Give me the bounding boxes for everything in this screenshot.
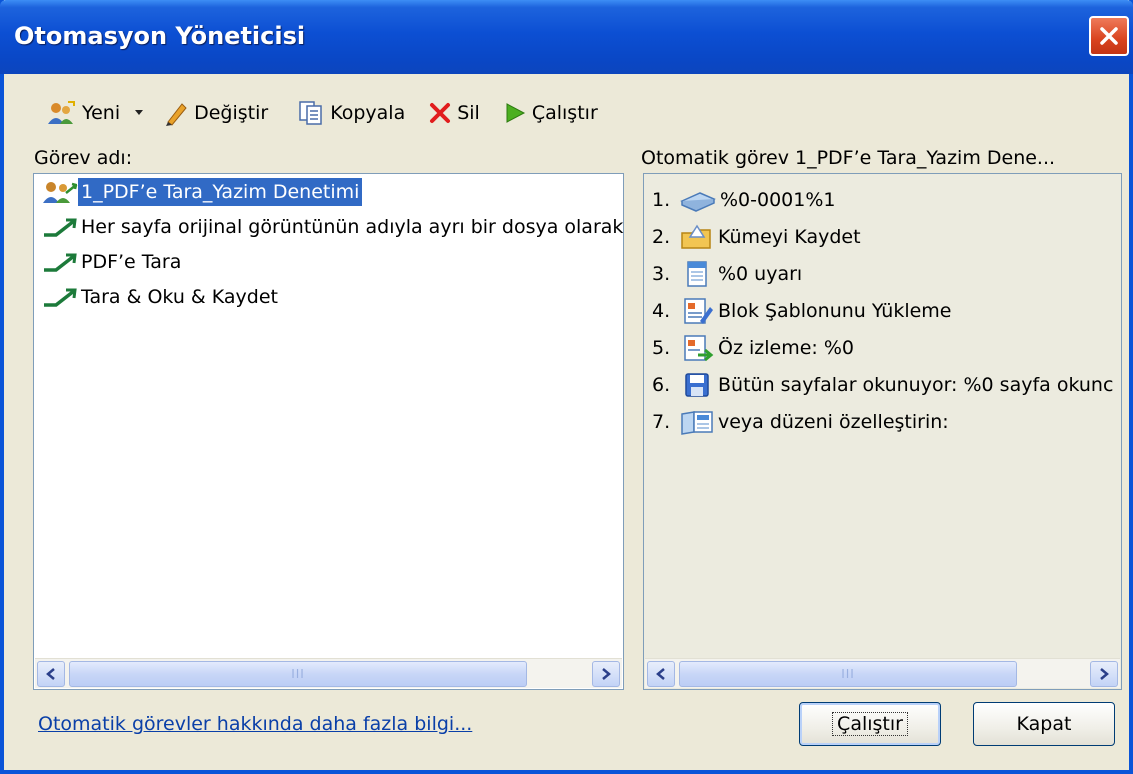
play-icon (506, 103, 525, 123)
scroll-left-button[interactable] (37, 661, 65, 687)
scroll-right-button[interactable] (1090, 661, 1118, 687)
horizontal-scrollbar[interactable]: III (35, 658, 622, 688)
close-button[interactable]: Kapat (973, 702, 1115, 746)
run-toolbar-button[interactable]: Çalıştır (500, 95, 602, 131)
list-item[interactable]: Tara & Oku & Kaydet (42, 281, 281, 313)
pencil-icon (166, 103, 187, 126)
template-icon (684, 298, 713, 324)
layout-icon (681, 411, 713, 435)
step-label: Kümeyi Kaydet (718, 226, 861, 248)
horizontal-scrollbar[interactable]: III (645, 658, 1120, 688)
task-steps-list[interactable]: 1. %0-0001%1 2. Kümeyi Kaydet 3. %0 uyar… (643, 173, 1122, 690)
step-label: Bütün sayfalar okunuyor: %0 sayfa okunc (718, 374, 1114, 396)
chevron-down-icon (135, 110, 144, 115)
copy-icon (299, 101, 322, 125)
run-toolbar-label: Çalıştır (531, 102, 598, 124)
step-item[interactable]: 6. Bütün sayfalar okunuyor: %0 sayfa oku… (652, 367, 1113, 403)
image-arrow-icon (684, 335, 714, 362)
chevron-left-icon (46, 668, 55, 680)
more-info-link[interactable]: Otomatik görevler hakkında daha fazla bi… (38, 713, 472, 735)
task-name-label: Görev adı: (34, 147, 133, 169)
task-list[interactable]: 1_PDF’e Tara_Yazim Denetimi Her sayfa or… (33, 173, 624, 690)
new-dropdown-button[interactable] (124, 95, 160, 131)
close-icon (1100, 27, 1118, 45)
scroll-thumb[interactable]: III (679, 661, 1017, 687)
edit-button[interactable]: Değiştir (160, 95, 272, 131)
step-label: %0-0001%1 (720, 189, 836, 211)
edit-button-label: Değiştir (194, 102, 269, 124)
task-detail-label: Otomatik görev 1_PDF’e Tara_Yazim Dene..… (641, 147, 1056, 169)
floppy-disk-icon (685, 373, 709, 397)
document-icon (687, 261, 707, 287)
run-button-label: Çalıştır (832, 712, 908, 736)
scroll-grip: III (291, 667, 305, 681)
list-item[interactable]: Her sayfa orijinal görüntünün adıyla ayr… (42, 211, 626, 243)
chevron-right-icon (1100, 668, 1109, 680)
step-label: veya düzeni özelleştirin: (718, 411, 949, 433)
title-bar[interactable]: Otomasyon Yöneticisi (0, 0, 1133, 74)
step-item[interactable]: 2. Kümeyi Kaydet (652, 219, 861, 255)
step-item[interactable]: 3. %0 uyarı (652, 256, 802, 292)
copy-button-label: Kopyala (330, 102, 406, 124)
step-item[interactable]: 5. Öz izleme: %0 (652, 330, 854, 366)
copy-button[interactable]: Kopyala (294, 95, 409, 131)
scroll-left-button[interactable] (647, 661, 675, 687)
list-item[interactable]: PDF’e Tara (42, 246, 184, 278)
step-item[interactable]: 4. Blok Şablonunu Yükleme (652, 293, 952, 329)
list-item[interactable]: 1_PDF’e Tara_Yazim Denetimi (42, 176, 364, 208)
close-button-label: Kapat (1016, 713, 1072, 735)
list-item-label: 1_PDF’e Tara_Yazim Denetimi (76, 177, 364, 207)
delete-button[interactable]: Sil (425, 95, 484, 131)
scroll-right-button[interactable] (592, 661, 620, 687)
automation-manager-dialog: Otomasyon Yöneticisi Yeni Değiştir Kopya… (0, 0, 1133, 774)
new-button[interactable]: Yeni (42, 95, 124, 131)
user-task-icon (43, 182, 78, 203)
new-button-label: Yeni (82, 102, 121, 124)
step-item[interactable]: 7. veya düzeni özelleştirin: (652, 404, 949, 440)
list-item-label: Tara & Oku & Kaydet (81, 286, 278, 308)
chevron-right-icon (602, 668, 611, 680)
arrow-task-icon (44, 253, 77, 272)
step-label: %0 uyarı (718, 263, 803, 285)
list-item-label: Her sayfa orijinal görüntünün adıyla ayr… (81, 216, 624, 238)
chevron-left-icon (656, 668, 665, 680)
scroll-grip: III (841, 667, 855, 681)
window-title: Otomasyon Yöneticisi (14, 22, 306, 50)
step-label: Öz izleme: %0 (718, 337, 854, 359)
close-window-button[interactable] (1089, 16, 1129, 56)
toolbar: Yeni Değiştir Kopyala Sil Çalıştır (42, 95, 602, 131)
delete-button-label: Sil (457, 102, 480, 124)
list-item-label: PDF’e Tara (81, 251, 182, 273)
scanner-icon (680, 192, 716, 212)
folder-save-icon (681, 224, 711, 249)
step-label: Blok Şablonunu Yükleme (718, 300, 952, 322)
delete-icon (430, 103, 451, 123)
scroll-thumb[interactable]: III (69, 661, 527, 687)
run-button[interactable]: Çalıştır (799, 702, 941, 746)
new-task-icon (48, 101, 75, 124)
arrow-task-icon (44, 288, 77, 307)
arrow-task-icon (44, 218, 77, 237)
step-item[interactable]: 1. %0-0001%1 (652, 182, 836, 218)
